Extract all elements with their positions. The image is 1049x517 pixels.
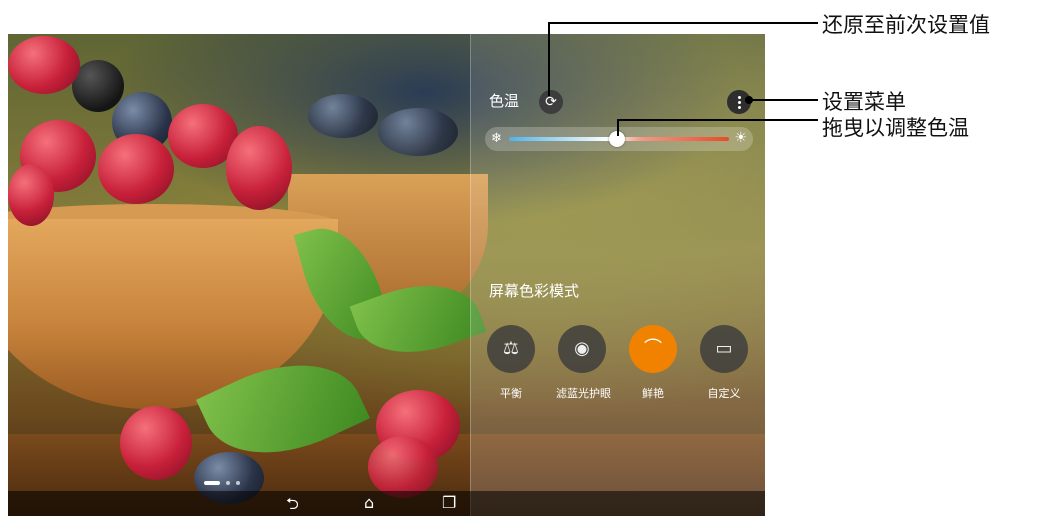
wallpaper-raspberry [226, 126, 292, 210]
screen-color-mode-title: 屏幕色彩模式 [489, 282, 580, 300]
back-icon[interactable]: ⮌ [286, 493, 299, 516]
callout-line-drag [617, 119, 818, 121]
callout-reset-label: 还原至前次设置值 [822, 13, 990, 37]
callout-line-reset [548, 22, 818, 24]
mode-balance[interactable]: ⚖ 平衡 [485, 325, 537, 401]
mode-custom[interactable]: ▭ 自定义 [698, 325, 750, 401]
vivid-icon: ⌒ [629, 325, 677, 373]
recent-apps-icon[interactable]: ❐ [442, 493, 456, 512]
mode-label: 滤蓝光护眼 [556, 387, 611, 400]
reset-color-temperature-button[interactable]: ⟳ [539, 90, 563, 114]
mode-label: 自定义 [707, 387, 741, 400]
balance-icon: ⚖ [487, 325, 535, 373]
wallpaper-raspberry [368, 436, 438, 498]
tablet-screen: 色温 ⟳ ❄ ☀ 屏幕色彩模式 ⚖ 平衡 ◉ 滤蓝光护眼 ⌒ 鲜艳 ▭ 自定义 [8, 34, 765, 516]
callout-line-reset [548, 22, 550, 96]
home-icon[interactable]: ⌂ [364, 493, 374, 512]
snowflake-icon: ❄ [491, 131, 502, 146]
sun-icon: ☀ [734, 130, 747, 146]
callout-drag-label: 拖曳以调整色温 [822, 116, 969, 140]
callout-line-menu [750, 99, 818, 101]
wallpaper-raspberry [98, 134, 174, 204]
custom-settings-icon: ▭ [700, 325, 748, 373]
wallpaper-raspberry [8, 36, 80, 94]
wallpaper-blueberry [378, 108, 458, 156]
navigation-bar: ⮌ ⌂ ❐ [8, 491, 765, 516]
color-temperature-title: 色温 [489, 92, 520, 110]
wallpaper-blueberry [308, 94, 378, 138]
mode-vivid[interactable]: ⌒ 鲜艳 [627, 325, 679, 401]
refresh-icon: ⟳ [545, 94, 557, 110]
mode-bluelight-filter[interactable]: ◉ 滤蓝光护眼 [556, 325, 611, 401]
wallpaper-raspberry [8, 164, 54, 226]
callout-line-drag [617, 119, 619, 136]
color-temperature-slider[interactable]: ❄ ☀ [485, 127, 753, 151]
page-indicator [204, 472, 246, 491]
eye-shield-icon: ◉ [558, 325, 606, 373]
color-temperature-panel: 色温 ⟳ ❄ ☀ 屏幕色彩模式 ⚖ 平衡 ◉ 滤蓝光护眼 ⌒ 鲜艳 ▭ 自定义 [470, 34, 765, 516]
mode-label: 鲜艳 [642, 387, 664, 400]
mode-label: 平衡 [500, 387, 522, 400]
wallpaper-raspberry [120, 406, 192, 480]
